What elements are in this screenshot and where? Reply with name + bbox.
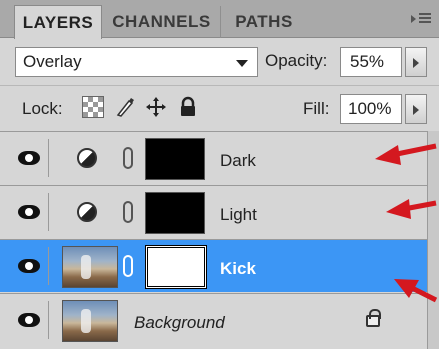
annotation-arrow bbox=[375, 143, 437, 165]
layers-panel: LAYERS CHANNELS PATHS Overlay Opacity: 5… bbox=[0, 0, 439, 349]
annotation-arrow bbox=[386, 199, 437, 219]
annotation-arrows bbox=[375, 143, 438, 303]
annotation-arrow bbox=[394, 279, 438, 303]
